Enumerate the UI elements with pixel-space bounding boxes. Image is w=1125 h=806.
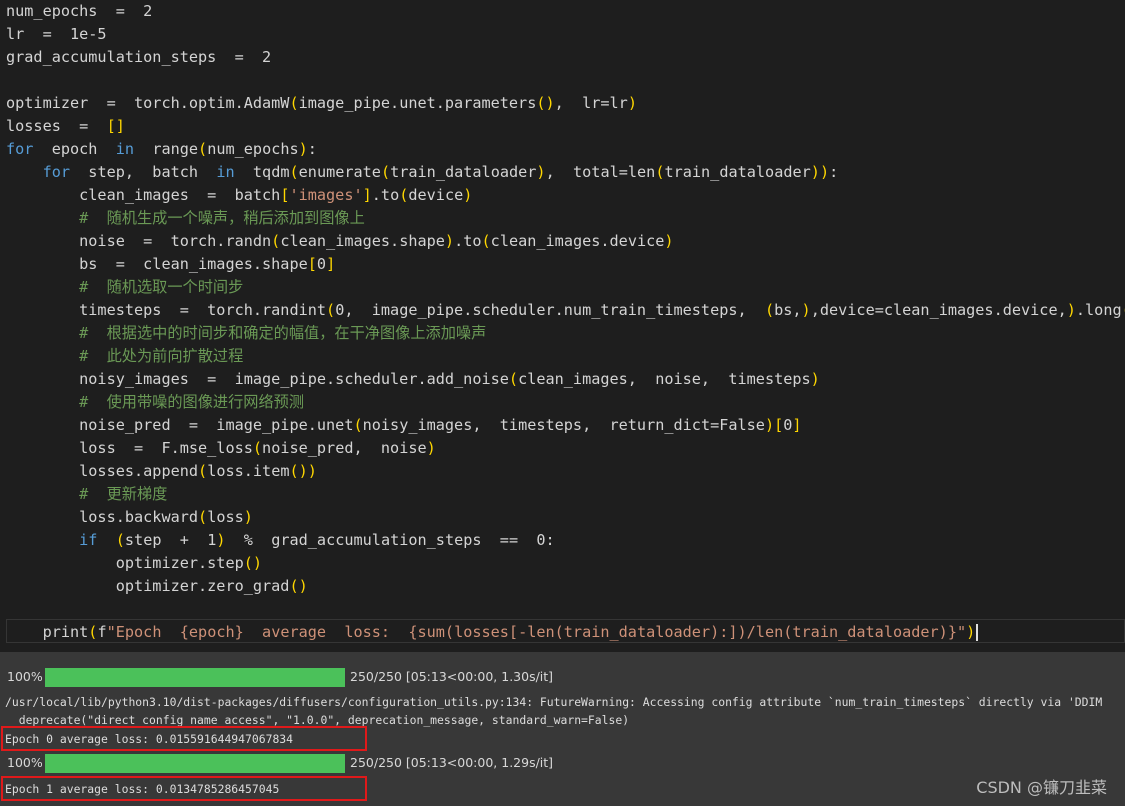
code-line[interactable]: # 根据选中的时间步和确定的幅值，在干净图像上添加噪声 <box>6 322 486 345</box>
code-line[interactable]: grad_accumulation_steps = 2 <box>6 46 271 69</box>
warning-text: /usr/local/lib/python3.10/dist-packages/… <box>5 695 1103 709</box>
code-line[interactable]: clean_images = batch['images'].to(device… <box>6 184 472 207</box>
epoch-0-loss: Epoch 0 average loss: 0.0155916449470678… <box>5 732 294 746</box>
progress-bar-fill <box>45 754 345 773</box>
progress-percent: 100% <box>7 669 43 684</box>
code-line[interactable]: timesteps = torch.randint(0, image_pipe.… <box>6 299 1125 322</box>
code-line[interactable]: noise = torch.randn(clean_images.shape).… <box>6 230 673 253</box>
code-line[interactable]: if (step + 1) % grad_accumulation_steps … <box>6 529 555 552</box>
code-line[interactable]: loss = F.mse_loss(noise_pred, noise) <box>6 437 436 460</box>
code-line[interactable]: # 使用带噪的图像进行网络预测 <box>6 391 304 414</box>
progress-bar <box>45 754 345 773</box>
code-line[interactable]: losses = [] <box>6 115 125 138</box>
code-line[interactable]: # 随机选取一个时间步 <box>6 276 243 299</box>
code-line[interactable]: num_epochs = 2 <box>6 0 152 23</box>
progress-bar-fill <box>45 668 345 687</box>
progress-row-1: 100% 250/250 [05:13<00:00, 1.30s/it] <box>0 666 1125 688</box>
code-line[interactable]: bs = clean_images.shape[0] <box>6 253 335 276</box>
code-line[interactable]: loss.backward(loss) <box>6 506 253 529</box>
code-line[interactable]: optimizer = torch.optim.AdamW(image_pipe… <box>6 92 637 115</box>
code-line[interactable]: for step, batch in tqdm(enumerate(train_… <box>6 161 839 184</box>
code-line[interactable]: # 更新梯度 <box>6 483 167 506</box>
code-line[interactable]: lr = 1e-5 <box>6 23 107 46</box>
code-line[interactable]: noise_pred = image_pipe.unet(noisy_image… <box>6 414 801 437</box>
code-line[interactable]: losses.append(loss.item()) <box>6 460 317 483</box>
text-cursor <box>976 624 978 641</box>
epoch-1-loss: Epoch 1 average loss: 0.0134785286457045 <box>5 782 280 796</box>
progress-stats: 250/250 [05:13<00:00, 1.29s/it] <box>350 755 554 770</box>
csdn-watermark: CSDN @镰刀韭菜 <box>976 778 1107 797</box>
code-line[interactable]: for epoch in range(num_epochs): <box>6 138 317 161</box>
progress-percent: 100% <box>7 755 43 770</box>
progress-row-2: 100% 250/250 [05:13<00:00, 1.29s/it] <box>0 752 1125 774</box>
code-line[interactable]: noisy_images = image_pipe.scheduler.add_… <box>6 368 820 391</box>
code-line[interactable]: # 此处为前向扩散过程 <box>6 345 243 368</box>
progress-stats: 250/250 [05:13<00:00, 1.30s/it] <box>350 669 554 684</box>
code-line[interactable]: # 随机生成一个噪声，稍后添加到图像上 <box>6 207 365 230</box>
code-line-current[interactable]: print(f"Epoch {epoch} average loss: {sum… <box>6 621 978 644</box>
code-line[interactable]: optimizer.zero_grad() <box>6 575 308 598</box>
code-editor[interactable]: num_epochs = 2 lr = 1e-5 grad_accumulati… <box>0 0 1125 652</box>
progress-bar <box>45 668 345 687</box>
cell-output: 100% 250/250 [05:13<00:00, 1.30s/it] /us… <box>0 652 1125 806</box>
code-line[interactable]: optimizer.step() <box>6 552 262 575</box>
